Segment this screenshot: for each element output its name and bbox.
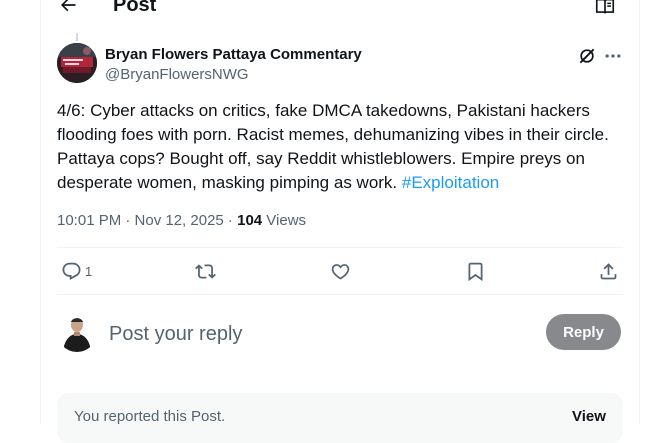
repost-action[interactable]	[195, 260, 216, 282]
report-notice-text: You reported this Post.	[74, 408, 226, 425]
current-user-avatar-image	[57, 312, 97, 352]
thread-connector-line	[76, 33, 78, 41]
reply-icon	[62, 262, 81, 280]
divider-top	[57, 247, 623, 248]
reader-button[interactable]	[594, 0, 616, 18]
reply-action[interactable]: 1	[61, 260, 92, 282]
reply-count: 1	[85, 263, 93, 279]
reply-button[interactable]: Reply	[546, 314, 621, 350]
like-icon	[331, 263, 350, 280]
like-action[interactable]	[330, 260, 351, 282]
report-notice: You reported this Post. View	[57, 393, 623, 443]
divider-bottom	[57, 294, 623, 295]
report-view-link[interactable]: View	[572, 408, 606, 425]
author-name[interactable]: Bryan Flowers Pattaya Commentary	[105, 46, 362, 63]
action-bar: 1	[57, 256, 623, 286]
author-handle[interactable]: @BryanFlowersNWG	[105, 66, 249, 83]
views-count: 104	[237, 212, 263, 229]
repost-icon	[195, 263, 216, 279]
current-user-avatar[interactable]	[57, 312, 97, 352]
share-action[interactable]	[598, 260, 619, 282]
post-text: 4/6: Cyber attacks on critics, fake DMCA…	[57, 99, 623, 195]
bookmark-action[interactable]	[465, 260, 486, 282]
share-icon	[600, 262, 617, 279]
page-header: Post	[41, 0, 639, 18]
post-meta: 10:01 PM · Nov 12, 2025 · 104 Views	[57, 212, 306, 229]
bookmark-icon	[468, 262, 483, 281]
post-body: 4/6: Cyber attacks on critics, fake DMCA…	[57, 101, 609, 192]
meta-separator: ·	[223, 212, 238, 229]
post-column: Post Bryan Flowers Pattaya Commentary @B…	[40, 0, 640, 443]
reader-book-icon	[595, 0, 615, 14]
arrow-left-icon	[60, 0, 76, 12]
post-timestamp[interactable]: 10:01 PM · Nov 12, 2025	[57, 212, 224, 229]
more-options-icon[interactable]	[603, 46, 623, 66]
hashtag-link[interactable]: #Exploitation	[402, 173, 499, 192]
grok-icon[interactable]	[577, 46, 597, 66]
author-avatar[interactable]	[57, 43, 97, 83]
page-title: Post	[113, 0, 157, 16]
reply-input[interactable]	[107, 320, 511, 348]
author-avatar-image	[57, 43, 97, 83]
back-button[interactable]	[55, 0, 81, 16]
views-label: Views	[262, 212, 307, 229]
